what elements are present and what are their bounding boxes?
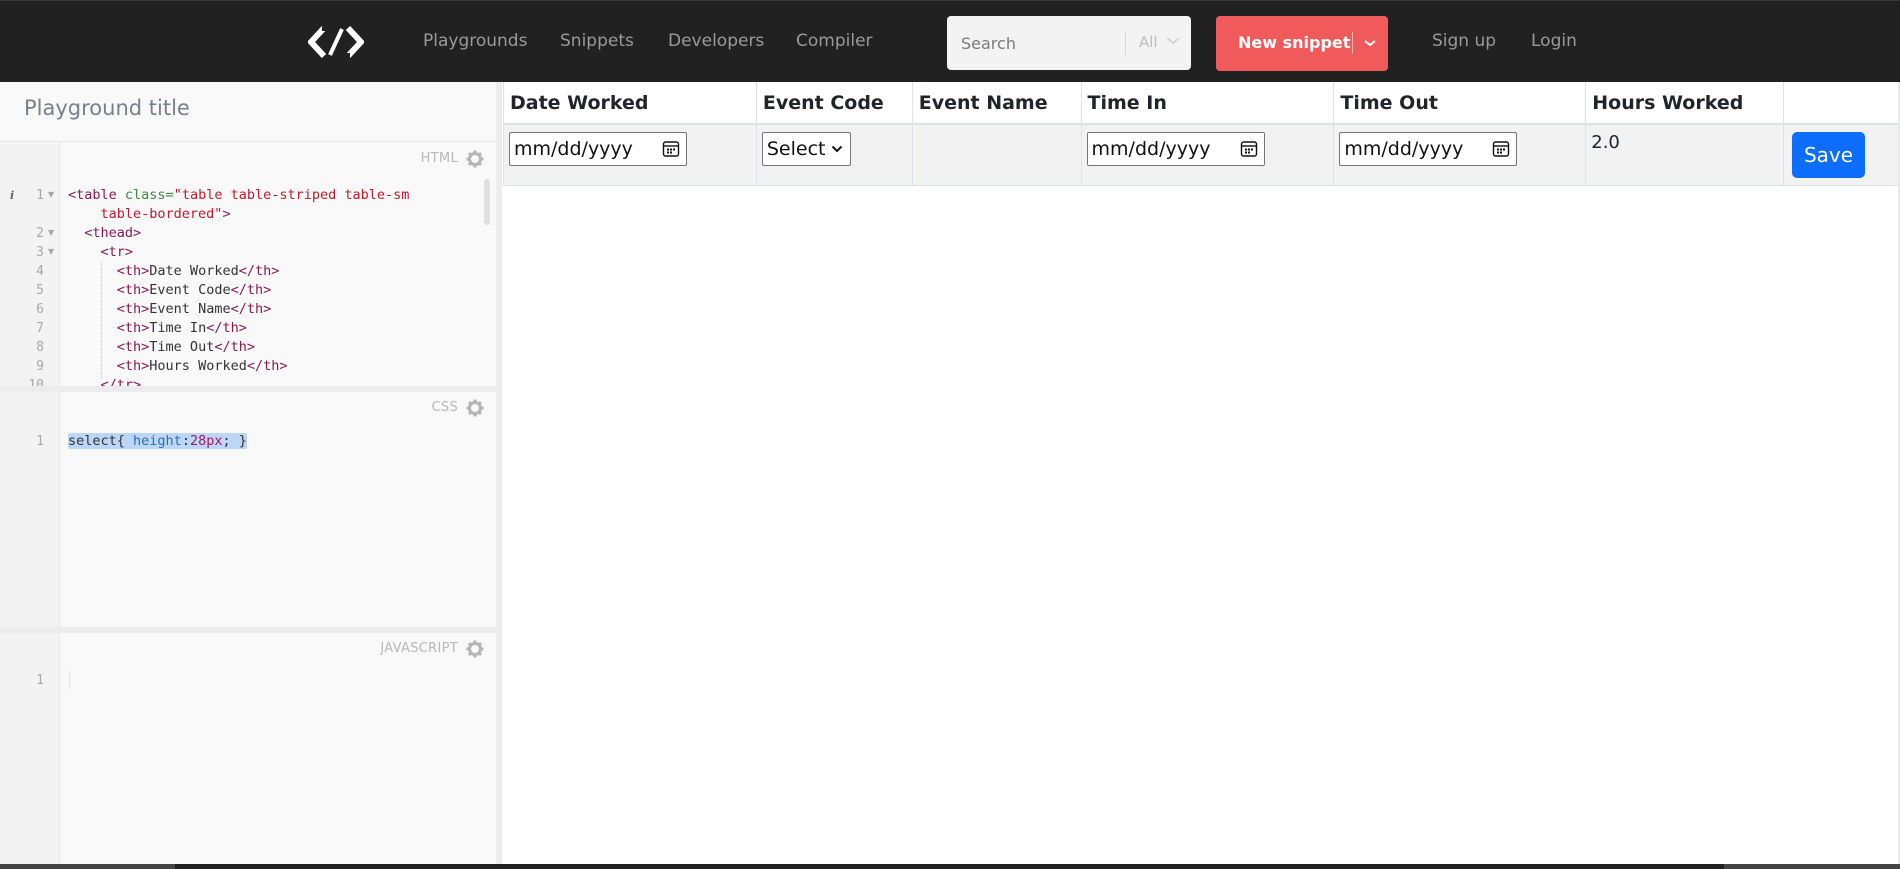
line-number: 7 [36,321,44,336]
playground-title-input[interactable] [24,96,464,120]
html-code-line: <th>Hours Worked</th> [116,358,288,374]
header-time-in: Time In [1080,82,1335,125]
chevron-down-icon [1166,37,1180,44]
event-code-selected: Select [766,138,826,160]
calendar-icon[interactable] [1492,140,1510,158]
line-number: 10 [28,378,44,386]
html-code-line: </tr> [100,377,142,386]
new-snippet-label: New snippet [1238,33,1351,52]
cell-event-name [911,123,1082,186]
css-pane-label: CSS [431,400,458,415]
html-code-line: <th>Time Out</th> [116,339,255,355]
chevron-down-icon[interactable] [1358,30,1382,56]
table-header-row: Date Worked Event Code Event Name Time I… [503,82,1900,125]
cell-hours-worked: 2.0 [1585,123,1785,186]
fold-arrow-icon[interactable]: ▼ [48,228,54,237]
date-worked-placeholder: mm/dd/yyyy [514,138,633,160]
result-preview: Date Worked Event Code Event Name Time I… [503,82,1900,864]
line-number: 3 [36,245,44,260]
gear-icon[interactable] [466,399,484,417]
nav-link-compiler[interactable]: Compiler [796,31,873,51]
nav-link-snippets[interactable]: Snippets [560,31,634,51]
css-code-line: select{ height:28px; } [68,433,247,449]
line-number: 5 [36,283,44,298]
line-number: 1 [36,188,44,203]
timesheet-table: Date Worked Event Code Event Name Time I… [503,82,1900,186]
fold-arrow-icon[interactable]: ▼ [48,247,54,256]
date-worked-input[interactable]: mm/dd/yyyy [509,132,687,166]
css-line-gutter [0,392,60,627]
cell-time-out: mm/dd/yyyy [1333,123,1587,186]
new-snippet-divider [1352,32,1353,54]
gear-icon[interactable] [466,150,484,168]
html-code-line: <th>Event Name</th> [116,301,272,317]
html-code-line: <table class="table table-striped table-… [68,187,410,203]
chevron-down-icon [831,145,843,153]
hours-worked-value: 2.0 [1591,132,1620,153]
html-code-line: <th>Date Worked</th> [116,263,280,279]
line-number: 9 [36,359,44,374]
cell-actions: Save [1783,123,1900,186]
js-pane-label: JAVASCRIPT [380,641,458,656]
bottom-bar-segment [0,864,175,869]
header-actions [1783,82,1900,125]
nav-link-developers[interactable]: Developers [668,31,764,51]
fold-arrow-icon[interactable]: ▼ [48,190,54,199]
cell-date-worked: mm/dd/yyyy [503,123,757,186]
html-code-line: <thead> [84,225,142,241]
line-number: 2 [36,226,44,241]
editor-panel: HTML i 1 2 3 4 5 6 7 8 9 10 ▼ ▼ ▼ <table… [0,82,500,864]
header-event-name: Event Name [911,82,1082,125]
nav-link-playgrounds[interactable]: Playgrounds [423,31,527,51]
event-code-select[interactable]: Select [761,132,851,166]
header-date-worked: Date Worked [503,82,757,125]
search-input[interactable] [947,16,1125,70]
cell-time-in: mm/dd/yyyy [1080,123,1335,186]
html-code-line: <th>Event Code</th> [116,282,272,298]
save-button[interactable]: Save [1792,132,1866,178]
line-number: 1 [36,673,44,688]
calendar-icon[interactable] [662,140,680,158]
bottom-bar-segment [1724,864,1900,869]
html-pane-label: HTML [420,151,458,166]
line-number: 1 [36,434,44,449]
html-editor-pane[interactable]: HTML i 1 2 3 4 5 6 7 8 9 10 ▼ ▼ ▼ <table… [0,143,496,386]
search-filter-dropdown[interactable]: All [1139,33,1180,51]
header-time-out: Time Out [1333,82,1587,125]
html-code-line: <tr> [100,244,134,260]
cell-event-code: Select [755,123,913,186]
header-hours-worked: Hours Worked [1585,82,1785,125]
js-editor-pane[interactable]: JAVASCRIPT 1 [0,633,496,864]
line-number: 4 [36,264,44,279]
sign-up-link[interactable]: Sign up [1432,31,1496,51]
top-nav-bar: Playgrounds Snippets Developers Compiler… [0,0,1900,82]
bottom-bar [0,864,1900,869]
line-number: 8 [36,340,44,355]
time-out-placeholder: mm/dd/yyyy [1344,138,1464,160]
search-filter-label: All [1139,33,1158,51]
calendar-icon[interactable] [1240,140,1258,158]
text-cursor [69,671,70,689]
js-line-gutter [0,633,60,864]
html-editor-scrollbar[interactable] [484,179,490,225]
html-code-line: table-bordered"> [100,206,231,222]
time-out-input[interactable]: mm/dd/yyyy [1339,132,1518,166]
time-in-placeholder: mm/dd/yyyy [1091,138,1211,160]
code-brackets-logo-icon[interactable] [308,25,364,59]
playground-title-bar [0,82,496,142]
line-number: 6 [36,302,44,317]
table-row: mm/dd/yyyy Select mm/dd/yyyy mm/dd/yyyy … [503,123,1900,186]
gear-icon[interactable] [466,640,484,658]
header-event-code: Event Code [755,82,913,125]
css-editor-pane[interactable]: CSS 1 select{ height:28px; } [0,392,496,627]
new-snippet-button[interactable]: New snippet [1216,16,1388,71]
time-in-input[interactable]: mm/dd/yyyy [1086,132,1265,166]
login-link[interactable]: Login [1531,31,1577,51]
search-box: All [947,16,1191,70]
html-code-line: <th>Time In</th> [116,320,247,336]
search-divider [1125,31,1126,55]
panel-resize-handle[interactable] [496,82,502,864]
